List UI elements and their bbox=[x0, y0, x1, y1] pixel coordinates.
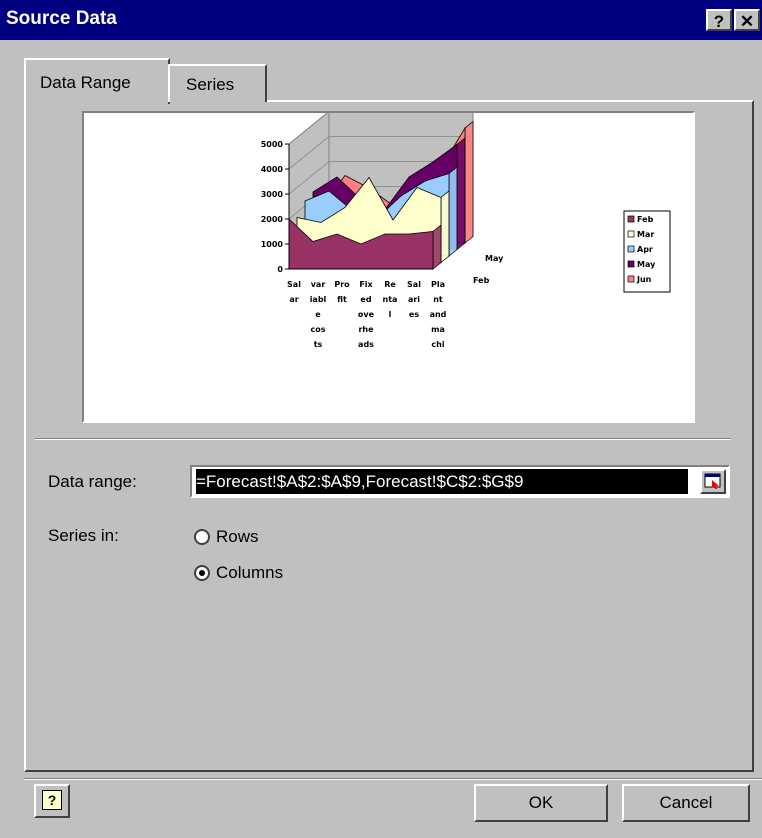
question-icon: ? bbox=[713, 12, 725, 31]
divider bbox=[35, 438, 731, 440]
depth-label: May bbox=[485, 254, 504, 263]
cancel-button[interactable]: Cancel bbox=[622, 784, 750, 822]
series-side-jun bbox=[464, 120, 474, 244]
close-button[interactable]: ✕ bbox=[734, 9, 760, 31]
data-range-value: =Forecast!$A$2:$A$9,Forecast!$C$2:$G$9 bbox=[196, 469, 688, 494]
x-tick-label: nta bbox=[383, 295, 398, 304]
y-tick-label: 5000 bbox=[261, 140, 284, 149]
tab-data-range[interactable]: Data Range bbox=[24, 58, 170, 104]
footer-divider bbox=[24, 778, 762, 780]
x-tick-label: Fix bbox=[359, 280, 373, 289]
x-tick-label: ma bbox=[431, 325, 445, 334]
x-tick-label: ari bbox=[408, 295, 420, 304]
window-title: Source Data bbox=[6, 8, 117, 29]
legend-label: May bbox=[637, 260, 656, 269]
x-tick-label: chi bbox=[431, 340, 444, 349]
chart-svg: 5000 4000 3000 2000 1000 0 Sal ar var iabl e cos ts P… bbox=[261, 113, 671, 349]
x-tick-label: nt bbox=[433, 295, 443, 304]
collapse-dialog-button[interactable] bbox=[700, 469, 726, 494]
tab-label-series: Series bbox=[186, 75, 235, 94]
x-tick-label: and bbox=[430, 310, 447, 319]
radio-columns[interactable] bbox=[194, 565, 210, 581]
legend-swatch bbox=[627, 275, 635, 283]
legend-swatch bbox=[627, 260, 635, 268]
x-tick-label: ed bbox=[360, 295, 371, 304]
help-icon: ? bbox=[42, 790, 62, 810]
legend-label: Mar bbox=[637, 230, 654, 239]
x-tick-label: var bbox=[311, 280, 326, 289]
ok-button[interactable]: OK bbox=[474, 784, 608, 822]
chart-preview: 5000 4000 3000 2000 1000 0 Sal ar var iabl e cos ts P… bbox=[82, 111, 695, 423]
x-tick-label: ar bbox=[289, 295, 298, 304]
y-tick-label: 2000 bbox=[261, 215, 284, 224]
legend-label: Apr bbox=[637, 245, 653, 254]
x-tick-label: cos bbox=[311, 325, 326, 334]
x-tick-label: ads bbox=[358, 340, 374, 349]
legend-swatch bbox=[627, 230, 635, 238]
radio-selected-dot bbox=[199, 570, 205, 576]
series-side-feb bbox=[432, 224, 442, 270]
x-tick-label: es bbox=[409, 310, 419, 319]
title-bar: Source Data ? ✕ bbox=[0, 0, 762, 40]
tab-label-data-range: Data Range bbox=[40, 73, 131, 92]
series-in-label: Series in: bbox=[48, 526, 119, 545]
tab-series[interactable]: Series bbox=[168, 64, 267, 102]
y-tick-label: 3000 bbox=[261, 190, 284, 199]
close-icon: ✕ bbox=[739, 12, 755, 31]
x-tick-label: rhe bbox=[358, 325, 374, 334]
x-tick-label: Re bbox=[384, 280, 396, 289]
radio-rows-label[interactable]: Rows bbox=[216, 527, 259, 547]
legend-label: Jun bbox=[636, 275, 652, 284]
legend-swatch bbox=[627, 215, 635, 223]
radio-columns-label[interactable]: Columns bbox=[216, 563, 283, 583]
x-tick-label: ts bbox=[314, 340, 323, 349]
x-tick-label: Sal bbox=[287, 280, 301, 289]
y-tick-label: 1000 bbox=[261, 240, 284, 249]
series-side-may bbox=[456, 137, 466, 251]
range-collapse-icon bbox=[704, 473, 721, 489]
depth-label: Feb bbox=[473, 276, 490, 285]
radio-rows[interactable] bbox=[194, 529, 210, 545]
x-tick-label: fit bbox=[337, 295, 347, 304]
data-range-input[interactable]: =Forecast!$A$2:$A$9,Forecast!$C$2:$G$9 bbox=[190, 465, 730, 498]
x-tick-label: Pro bbox=[334, 280, 350, 289]
x-tick-label: ove bbox=[358, 310, 375, 319]
y-tick-label: 4000 bbox=[261, 165, 284, 174]
help-button[interactable]: ? bbox=[34, 784, 70, 818]
x-tick-label: iabl bbox=[310, 295, 327, 304]
y-tick-label: 0 bbox=[277, 265, 283, 274]
legend-label: Feb bbox=[637, 215, 654, 224]
x-tick-label: Sal bbox=[407, 280, 421, 289]
legend-swatch bbox=[627, 245, 635, 253]
x-tick-label: Pla bbox=[431, 280, 445, 289]
series-side-apr bbox=[448, 166, 458, 257]
x-tick-label: e bbox=[315, 310, 321, 319]
series-side-mar bbox=[440, 190, 450, 264]
x-tick-label: l bbox=[389, 310, 392, 319]
data-range-label: Data range: bbox=[48, 472, 137, 491]
context-help-button[interactable]: ? bbox=[706, 9, 732, 31]
